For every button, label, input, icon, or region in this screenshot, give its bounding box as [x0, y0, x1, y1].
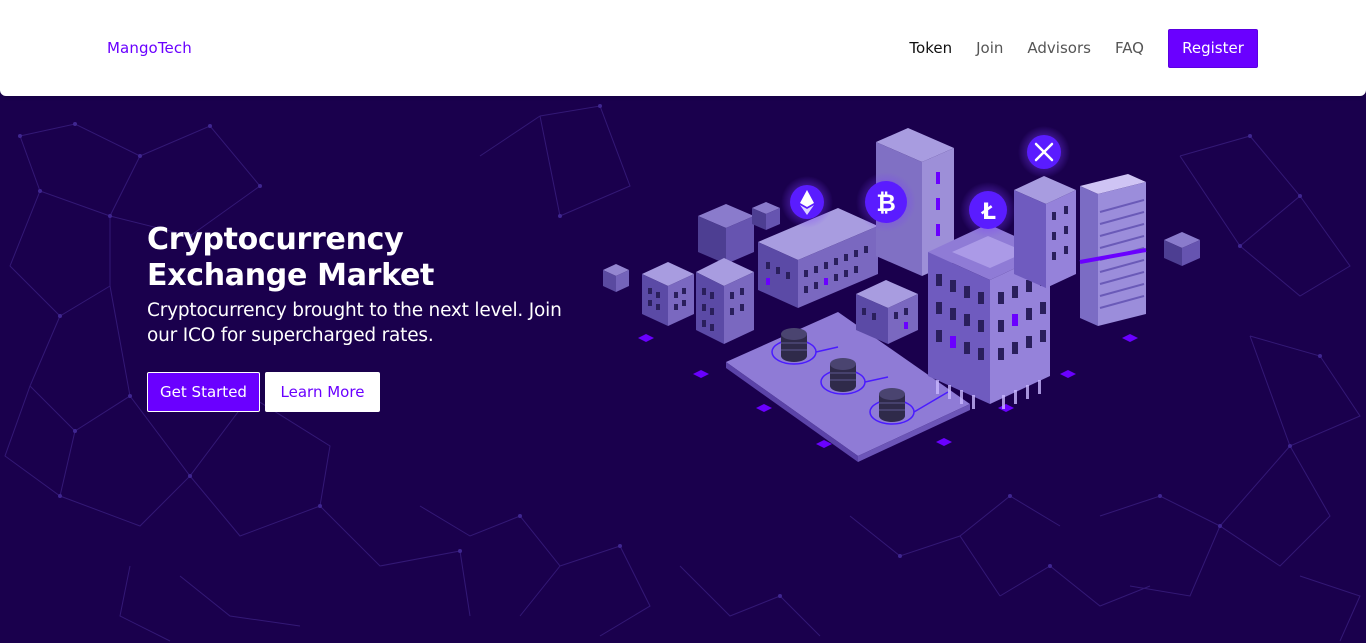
bitcoin-icon: ₿ [856, 172, 916, 232]
server-stack-2 [830, 358, 856, 392]
learn-more-button[interactable]: Learn More [265, 372, 380, 412]
svg-text:₿: ₿ [876, 189, 896, 217]
litecoin-icon: Ł [960, 182, 1016, 238]
svg-text:Ł: Ł [981, 200, 996, 225]
hero-content: Cryptocurrency Exchange Market Cryptocur… [147, 222, 567, 412]
nav-menu: Token Join Advisors FAQ Register [909, 28, 1258, 68]
server-stack-1 [781, 328, 807, 362]
register-button[interactable]: Register [1168, 28, 1258, 68]
navbar: MangoTech Token Join Advisors FAQ Regist… [0, 0, 1366, 96]
cube-left [603, 264, 629, 292]
crypto-city-illustration: ₿ Ł [603, 126, 1200, 462]
building-left-1 [642, 262, 694, 326]
server-stack-3 [879, 388, 905, 422]
ethereum-icon [781, 176, 833, 228]
building-left-2 [696, 258, 754, 344]
nav-link-join[interactable]: Join [976, 39, 1003, 57]
hero-title: Cryptocurrency Exchange Market [147, 222, 435, 293]
nav-link-advisors[interactable]: Advisors [1027, 39, 1091, 57]
hero-buttons: Get Started Learn More [147, 372, 567, 412]
building-right-mid [1014, 176, 1076, 288]
nav-link-faq[interactable]: FAQ [1115, 39, 1144, 57]
cube-right [1164, 232, 1200, 266]
brand-logo[interactable]: MangoTech [107, 39, 192, 57]
ripple-icon [1018, 126, 1070, 178]
building-right-tower [1079, 174, 1147, 326]
hero-section: Cryptocurrency Exchange Market Cryptocur… [0, 96, 1366, 643]
get-started-button[interactable]: Get Started [147, 372, 260, 412]
nav-link-token[interactable]: Token [909, 39, 952, 57]
hero-subtitle: Cryptocurrency brought to the next level… [147, 300, 562, 346]
